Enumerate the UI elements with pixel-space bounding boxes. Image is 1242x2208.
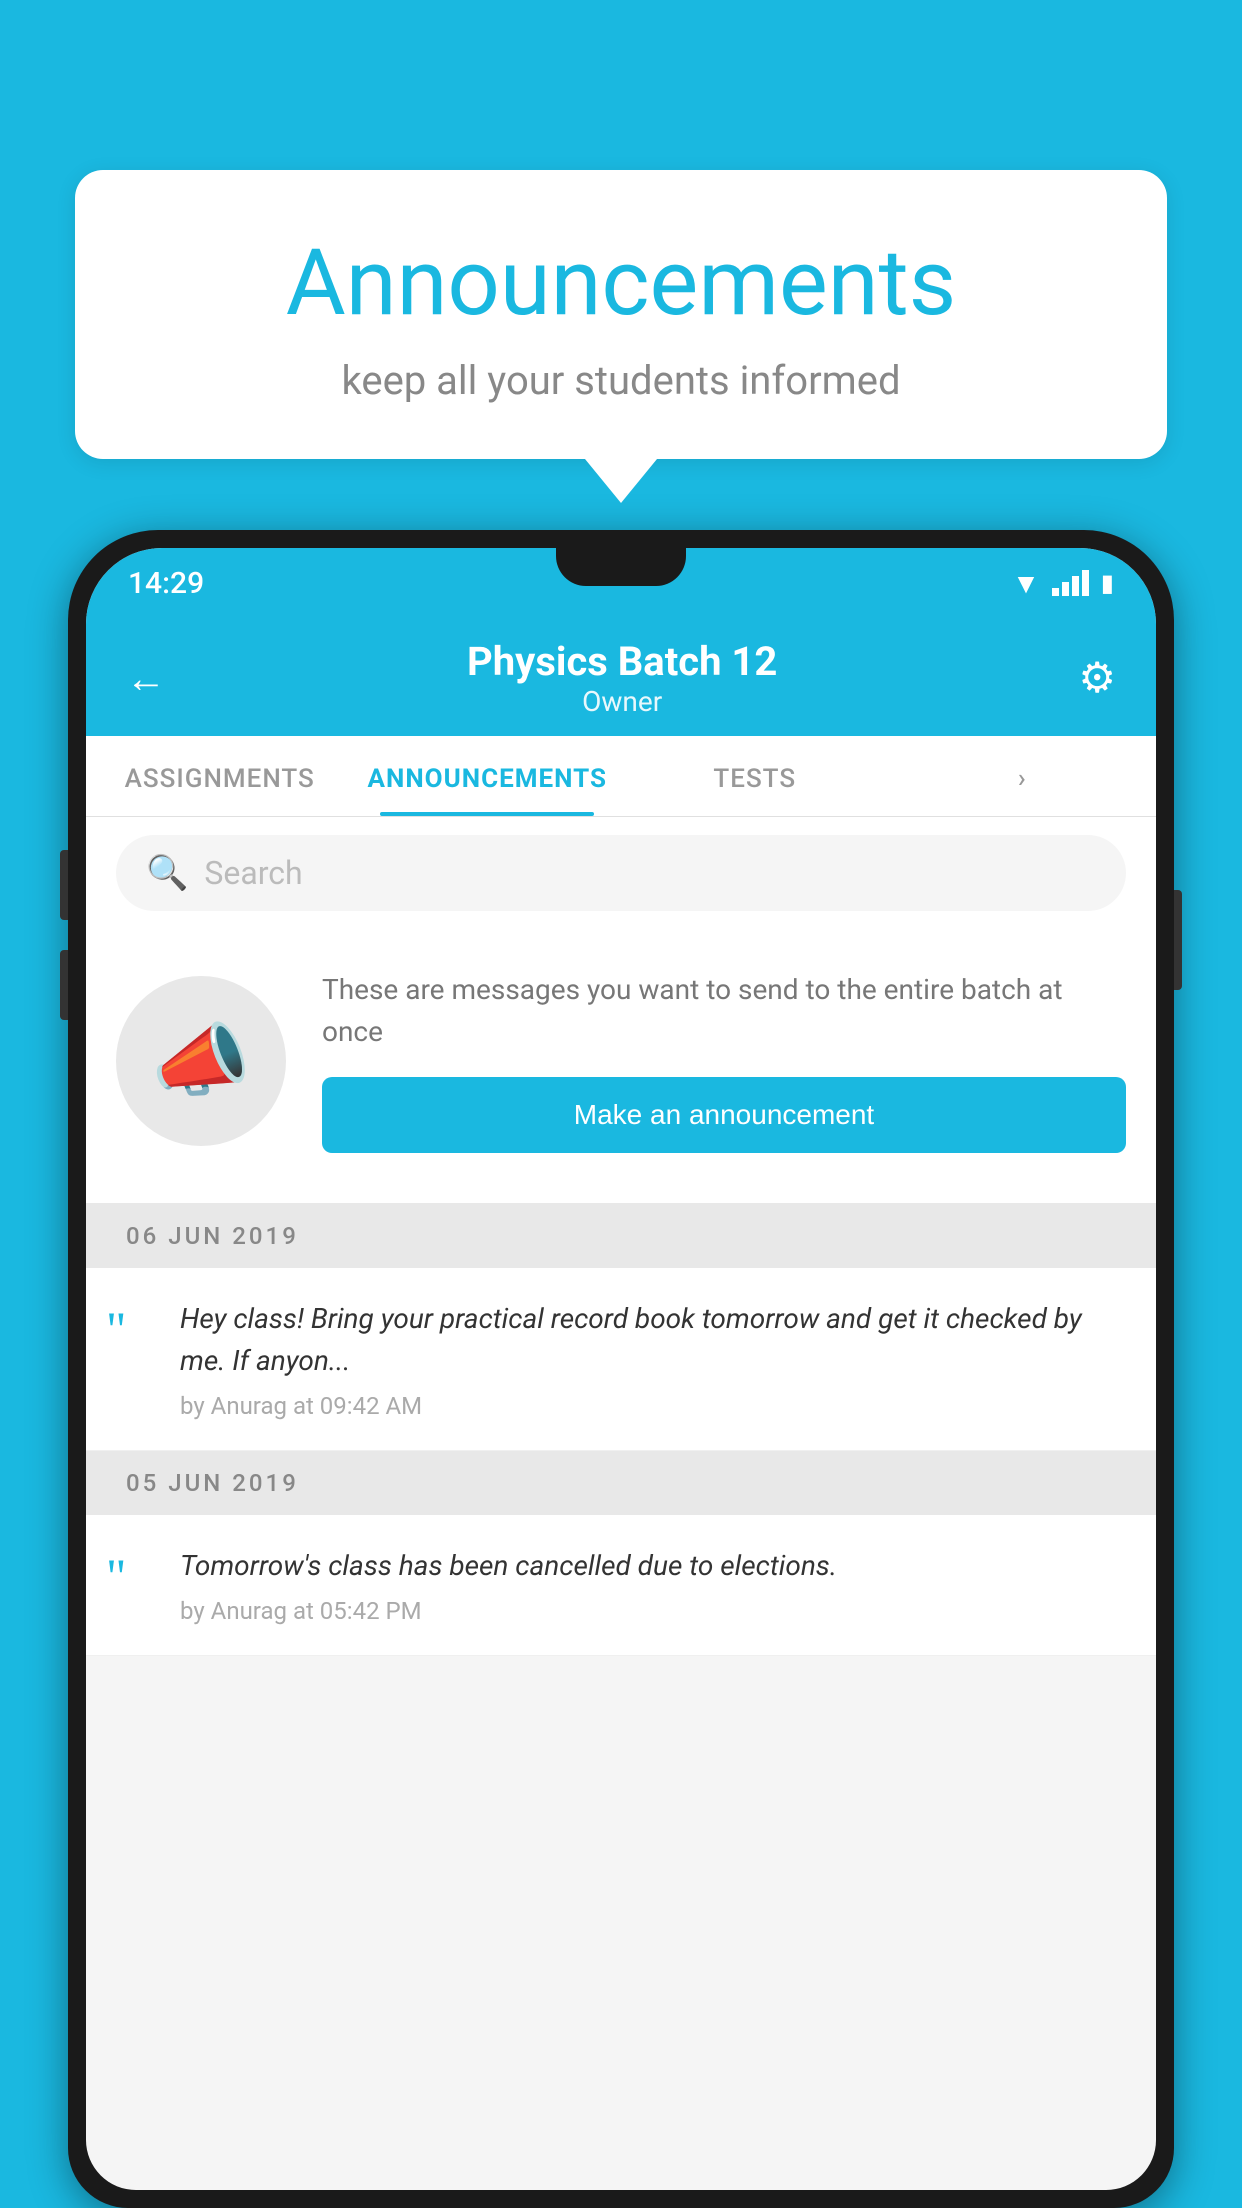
announcement-meta-2: by Anurag at 05:42 PM bbox=[180, 1597, 1126, 1625]
signal-icon bbox=[1052, 570, 1089, 596]
search-placeholder: Search bbox=[204, 854, 302, 892]
phone-notch bbox=[556, 548, 686, 586]
quote-icon-2: " bbox=[106, 1545, 156, 1601]
date-separator-1: 06 JUN 2019 bbox=[86, 1204, 1156, 1268]
announcement-content-2: Tomorrow's class has been cancelled due … bbox=[180, 1545, 1126, 1625]
search-icon: 🔍 bbox=[146, 853, 188, 893]
back-button[interactable]: ← bbox=[126, 655, 166, 702]
prompt-right: These are messages you want to send to t… bbox=[322, 969, 1126, 1153]
speech-bubble-card: Announcements keep all your students inf… bbox=[75, 170, 1167, 459]
app-header: ← Physics Batch 12 Owner ⚙ bbox=[86, 618, 1156, 736]
settings-icon[interactable]: ⚙ bbox=[1078, 653, 1116, 703]
bubble-subtitle: keep all your students informed bbox=[155, 357, 1087, 404]
status-time: 14:29 bbox=[128, 566, 204, 601]
date-label-2: 05 JUN 2019 bbox=[126, 1469, 299, 1497]
make-announcement-button[interactable]: Make an announcement bbox=[322, 1077, 1126, 1153]
tab-tests[interactable]: TESTS bbox=[621, 736, 889, 816]
date-label-1: 06 JUN 2019 bbox=[126, 1222, 299, 1250]
wifi-icon: ▼ bbox=[1012, 567, 1040, 600]
prompt-description: These are messages you want to send to t… bbox=[322, 969, 1126, 1053]
tab-more[interactable]: › bbox=[889, 736, 1157, 816]
tabs-bar: ASSIGNMENTS ANNOUNCEMENTS TESTS › bbox=[86, 736, 1156, 817]
tab-announcements[interactable]: ANNOUNCEMENTS bbox=[354, 736, 622, 816]
bubble-title: Announcements bbox=[155, 230, 1087, 337]
header-center: Physics Batch 12 Owner bbox=[467, 638, 777, 718]
battery-icon: ▮ bbox=[1101, 569, 1114, 597]
announcement-prompt: 📣 These are messages you want to send to… bbox=[86, 929, 1156, 1204]
search-container: 🔍 Search bbox=[86, 817, 1156, 929]
power-button bbox=[1174, 890, 1182, 990]
megaphone-icon-circle: 📣 bbox=[116, 976, 286, 1146]
announcement-item-2: " Tomorrow's class has been cancelled du… bbox=[86, 1515, 1156, 1656]
batch-role: Owner bbox=[467, 685, 777, 718]
volume-down-button bbox=[60, 950, 68, 1020]
quote-icon-1: " bbox=[106, 1298, 156, 1354]
status-icons: ▼ ▮ bbox=[1012, 567, 1114, 600]
phone-frame: 14:29 ▼ ▮ ← Physics Batch 12 Owner ⚙ bbox=[68, 530, 1174, 2208]
speech-bubble-section: Announcements keep all your students inf… bbox=[75, 170, 1167, 503]
announcement-content-1: Hey class! Bring your practical record b… bbox=[180, 1298, 1126, 1420]
megaphone-icon: 📣 bbox=[151, 1014, 251, 1108]
announcement-meta-1: by Anurag at 09:42 AM bbox=[180, 1392, 1126, 1420]
volume-up-button bbox=[60, 850, 68, 920]
date-separator-2: 05 JUN 2019 bbox=[86, 1451, 1156, 1515]
speech-bubble-arrow bbox=[585, 459, 657, 503]
announcement-item-1: " Hey class! Bring your practical record… bbox=[86, 1268, 1156, 1451]
phone-screen: 14:29 ▼ ▮ ← Physics Batch 12 Owner ⚙ bbox=[86, 548, 1156, 2190]
announcement-text-2: Tomorrow's class has been cancelled due … bbox=[180, 1545, 1126, 1587]
announcement-text-1: Hey class! Bring your practical record b… bbox=[180, 1298, 1126, 1382]
batch-title: Physics Batch 12 bbox=[467, 638, 777, 685]
search-bar[interactable]: 🔍 Search bbox=[116, 835, 1126, 911]
tab-assignments[interactable]: ASSIGNMENTS bbox=[86, 736, 354, 816]
